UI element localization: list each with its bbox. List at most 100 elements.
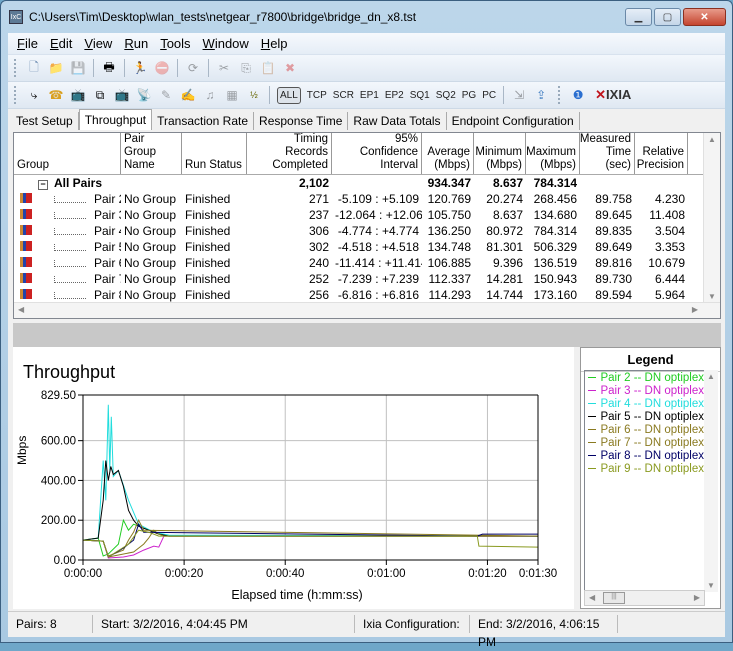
col-header-run-status[interactable]: Run Status	[182, 133, 247, 174]
edit-icon[interactable]: ✎	[157, 86, 175, 104]
paste-icon[interactable]: 📋	[259, 59, 277, 77]
chart-icon[interactable]: ▦	[223, 86, 241, 104]
summary-row[interactable]: − All Pairs 2,102 934.347 8.637 784.314	[14, 175, 720, 191]
menu-run[interactable]: Run	[124, 36, 148, 51]
measured-time: 89.649	[595, 240, 632, 254]
delete-icon[interactable]: ✖	[281, 59, 299, 77]
tab-transaction-rate[interactable]: Transaction Rate	[152, 112, 255, 130]
toolbar-grip[interactable]	[14, 86, 17, 104]
add-pair-icon[interactable]: ⤷	[25, 86, 43, 104]
stop-icon[interactable]: ⛔	[153, 59, 171, 77]
run-icon[interactable]: 🏃	[131, 59, 149, 77]
x-axis-label: Elapsed time (h:mm:ss)	[231, 588, 362, 602]
legend-item[interactable]: Pair 7 -- DN optiplex	[585, 436, 704, 449]
table-row[interactable]: Pair 6No Group Finished 240 -11.414 : +11.4…	[14, 255, 720, 271]
cut-icon[interactable]: ✂	[215, 59, 233, 77]
y-tick-label: 400.00	[41, 475, 76, 487]
tab-throughput[interactable]: Throughput	[78, 109, 153, 130]
table-row[interactable]: Pair 3No Group Finished 237 -12.064 : +12.0…	[14, 207, 720, 223]
minimize-button[interactable]: ▁	[625, 8, 652, 26]
legend-item[interactable]: Pair 6 -- DN optiplex	[585, 423, 704, 436]
confidence-interval: -11.414 : +11.414	[335, 256, 422, 270]
tab-endpoint-configuration[interactable]: Endpoint Configuration	[447, 112, 580, 130]
toolbar-grip[interactable]	[14, 59, 17, 77]
table-vertical-scrollbar[interactable]: ▲ ▼	[703, 133, 720, 303]
confidence-interval: -4.518 : +4.518	[337, 240, 419, 254]
legend-item[interactable]: Pair 4 -- DN optiplex	[585, 397, 704, 410]
col-header-pair-group-name[interactable]: Pair Group Name	[121, 133, 182, 174]
collapse-icon[interactable]: −	[38, 180, 48, 190]
col-header-timing-records[interactable]: Timing Records Completed	[247, 133, 332, 174]
pair-group-name: No Group	[124, 208, 177, 222]
legend-line-swatch	[588, 403, 597, 404]
open-folder-icon[interactable]: 📁	[47, 59, 65, 77]
legend-item[interactable]: Pair 8 -- DN optiplex	[585, 449, 704, 462]
table-row[interactable]: Pair 5No Group Finished 302 -4.518 : +4.518…	[14, 239, 720, 255]
info-icon[interactable]: ❶	[569, 86, 587, 104]
refresh-icon[interactable]: ⟳	[184, 59, 202, 77]
menu-tools[interactable]: Tools	[160, 36, 190, 51]
col-header-measured-time[interactable]: Measured Time (sec)	[580, 133, 635, 174]
upload-icon[interactable]: ⇪	[532, 86, 550, 104]
legend-item[interactable]: Pair 9 -- DN optiplex	[585, 462, 704, 475]
music-icon[interactable]: ♫	[201, 86, 219, 104]
col-header-minimum[interactable]: Minimum (Mbps)	[474, 133, 526, 174]
close-button[interactable]: ✕	[683, 8, 726, 26]
monitor-icon[interactable]: 📺	[113, 86, 131, 104]
pair-chart-icon	[20, 257, 32, 267]
menu-help[interactable]: Help	[261, 36, 288, 51]
export-icon[interactable]: ⇲	[510, 86, 528, 104]
save-icon[interactable]: 💾	[69, 59, 87, 77]
legend-item[interactable]: Pair 5 -- DN optiplex	[585, 410, 704, 423]
pair-name: Pair 5	[94, 240, 121, 254]
new-file-icon[interactable]: 🗋	[25, 59, 43, 77]
relative-precision: 3.353	[654, 240, 685, 254]
legend-item[interactable]: Pair 2 -- DN optiplex	[585, 371, 704, 384]
col-header-maximum[interactable]: Maximum (Mbps)	[526, 133, 580, 174]
filter-pc-button[interactable]: PC	[482, 90, 496, 101]
series-line-pair-5	[82, 460, 538, 541]
filter-tcp-button[interactable]: TCP	[307, 90, 327, 101]
maximize-button[interactable]: ▢	[654, 8, 681, 26]
menu-edit[interactable]: Edit	[50, 36, 72, 51]
endpoint-icon[interactable]: 📺	[69, 86, 87, 104]
legend-item[interactable]: Pair 3 -- DN optiplex	[585, 384, 704, 397]
table-row[interactable]: Pair 4No Group Finished 306 -4.774 : +4.774…	[14, 223, 720, 239]
filter-pg-button[interactable]: PG	[462, 90, 476, 101]
add-multicast-icon[interactable]: ☎	[47, 86, 65, 104]
run-status: Finished	[185, 272, 231, 286]
filter-sq1-button[interactable]: SQ1	[410, 90, 430, 101]
filter-scr-button[interactable]: SCR	[333, 90, 354, 101]
menu-window[interactable]: Window	[203, 36, 249, 51]
table-header: Group Pair Group Name Run Status Timing …	[14, 133, 720, 175]
legend-horizontal-scrollbar[interactable]: ◀ ||| ▶	[584, 590, 705, 606]
tab-raw-data-totals[interactable]: Raw Data Totals	[348, 112, 447, 130]
pane-splitter[interactable]	[13, 323, 721, 347]
filter-ep2-button[interactable]: EP2	[385, 90, 404, 101]
tab-response-time[interactable]: Response Time	[254, 112, 349, 130]
network-icon[interactable]: ⧉	[91, 86, 109, 104]
col-header-relative-precision[interactable]: Relative Precision	[635, 133, 688, 174]
table-row[interactable]: Pair 7No Group Finished 252 -7.239 : +7.239…	[14, 271, 720, 287]
col-header-average[interactable]: Average (Mbps)	[422, 133, 474, 174]
confidence-interval: -5.109 : +5.109	[337, 192, 419, 206]
menu-file[interactable]: File	[17, 36, 38, 51]
renumber-icon[interactable]: ½	[245, 86, 263, 104]
tab-test-setup[interactable]: Test Setup	[11, 112, 79, 130]
table-horizontal-scrollbar[interactable]: ◀ ▶	[14, 302, 720, 318]
broadcast-icon[interactable]: 📡	[135, 86, 153, 104]
print-icon[interactable]: 🖶	[100, 59, 118, 77]
script-icon[interactable]: ✍	[179, 86, 197, 104]
col-header-confidence-interval[interactable]: 95% Confidence Interval	[332, 133, 422, 174]
col-header-group[interactable]: Group	[14, 133, 121, 174]
table-row[interactable]: Pair 2No Group Finished 271 -5.109 : +5.109…	[14, 191, 720, 207]
filter-ep1-button[interactable]: EP1	[360, 90, 379, 101]
filter-all-button[interactable]: ALL	[277, 86, 301, 104]
filter-sq2-button[interactable]: SQ2	[436, 90, 456, 101]
copy-icon[interactable]: ⎘	[237, 59, 255, 77]
table-row[interactable]: Pair 8No Group Finished 256 -6.816 : +6.816…	[14, 287, 720, 303]
average: 105.750	[427, 208, 471, 222]
legend-vertical-scrollbar[interactable]: ▲ ▼	[704, 370, 718, 592]
menu-view[interactable]: View	[84, 36, 112, 51]
toolbar-grip[interactable]	[558, 86, 561, 104]
